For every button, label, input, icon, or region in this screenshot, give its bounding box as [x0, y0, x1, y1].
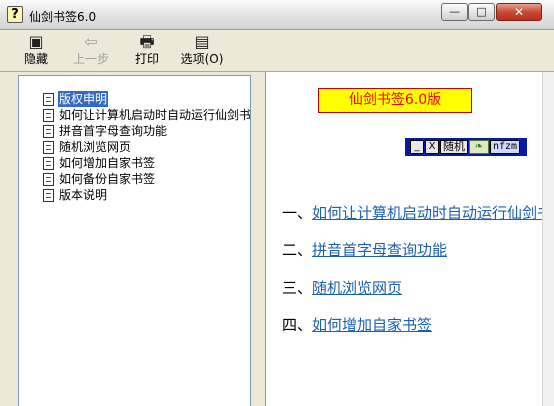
back-arrow-icon: ⇦: [84, 32, 98, 51]
hide-label: 隐藏: [23, 52, 48, 66]
vertical-scrollbar[interactable]: [542, 72, 554, 406]
link-random-browse[interactable]: 随机浏览网页: [312, 279, 402, 297]
document-icon: [43, 140, 54, 154]
maximize-button[interactable]: □: [468, 3, 495, 21]
document-icon: [43, 172, 54, 186]
link-row-autostart: 一、如何让计算机启动时自动运行仙剑书签: [282, 203, 554, 223]
tree-item-label: 如何备份自家书签: [59, 172, 156, 186]
document-icon: [43, 188, 54, 202]
hide-panel-icon: ▣: [28, 32, 44, 51]
tree-item-version-notes[interactable]: 版本说明: [43, 187, 250, 203]
contents-tree: 版权申明 如何让计算机启动时自动运行仙剑书 拼音首字母查询功能 随机浏览网页 如…: [43, 91, 251, 203]
pane-splitter[interactable]: [251, 72, 265, 406]
print-label: 打印: [134, 52, 159, 66]
options-icon: ▤: [194, 32, 210, 51]
back-button[interactable]: ⇦ 上一步: [69, 33, 113, 69]
link-number: 一、: [282, 204, 313, 222]
mini-minimize-button[interactable]: _: [410, 140, 424, 154]
document-icon: [43, 156, 54, 170]
mini-toolbar: _ X 随机 ❧ nfzm: [405, 138, 527, 156]
content-title: 仙剑书签6.0版: [318, 88, 472, 113]
tree-item-backup-bookmark[interactable]: 如何备份自家书签: [43, 171, 250, 187]
toolbar: ▣ 隐藏 ⇦ 上一步 🖶 打印 ▤ 选项(O): [0, 30, 554, 72]
title-bar[interactable]: ? 仙剑书签6.0 — □ ✕: [0, 0, 554, 30]
mini-close-button[interactable]: X: [425, 140, 439, 154]
link-pinyin-search[interactable]: 拼音首字母查询功能: [312, 241, 447, 259]
hide-button[interactable]: ▣ 隐藏: [14, 33, 58, 69]
tree-item-random-browse[interactable]: 随机浏览网页: [43, 139, 250, 155]
close-button[interactable]: ✕: [496, 3, 542, 21]
document-icon: [43, 92, 54, 106]
options-button[interactable]: ▤ 选项(O): [178, 33, 226, 69]
tree-item-label: 版权申明: [58, 91, 109, 107]
print-button[interactable]: 🖶 打印: [125, 33, 169, 69]
content-pane: 仙剑书签6.0版 _ X 随机 ❧ nfzm 一、如何让计算机启动时自动运行仙剑…: [265, 72, 554, 406]
tree-item-add-bookmark[interactable]: 如何增加自家书签: [43, 155, 250, 171]
document-icon: [43, 108, 54, 122]
options-label: 选项(O): [180, 52, 224, 66]
leaf-icon[interactable]: ❧: [469, 140, 489, 154]
link-add-bookmark[interactable]: 如何增加自家书签: [312, 316, 432, 334]
link-number: 四、: [282, 316, 313, 334]
printer-icon: 🖶: [139, 32, 155, 51]
window-title: 仙剑书签6.0: [29, 10, 97, 24]
back-label: 上一步: [72, 52, 109, 66]
link-number: 二、: [282, 241, 313, 259]
contents-tree-pane[interactable]: 版权申明 如何让计算机启动时自动运行仙剑书 拼音首字母查询功能 随机浏览网页 如…: [18, 75, 251, 406]
tree-item-label: 如何让计算机启动时自动运行仙剑书: [59, 108, 251, 122]
link-row-random: 三、随机浏览网页: [282, 278, 402, 298]
tree-item-label: 版本说明: [59, 188, 108, 202]
link-row-add-bookmark: 四、如何增加自家书签: [282, 315, 432, 335]
document-icon: [43, 124, 54, 138]
link-row-pinyin: 二、拼音首字母查询功能: [282, 240, 447, 260]
link-autostart[interactable]: 如何让计算机启动时自动运行仙剑书签: [312, 204, 554, 222]
tree-item-pinyin-search[interactable]: 拼音首字母查询功能: [43, 123, 250, 139]
app-icon: ?: [7, 6, 23, 23]
minimize-button[interactable]: —: [441, 3, 468, 21]
tree-item-label: 如何增加自家书签: [59, 156, 156, 170]
tree-item-copyright[interactable]: 版权申明: [43, 91, 250, 107]
code-input[interactable]: nfzm: [490, 140, 521, 154]
tree-item-label: 拼音首字母查询功能: [59, 124, 168, 138]
random-button[interactable]: 随机: [440, 140, 468, 154]
tree-item-label: 随机浏览网页: [59, 140, 132, 154]
link-number: 三、: [282, 279, 313, 297]
tree-item-autostart[interactable]: 如何让计算机启动时自动运行仙剑书: [43, 107, 251, 123]
